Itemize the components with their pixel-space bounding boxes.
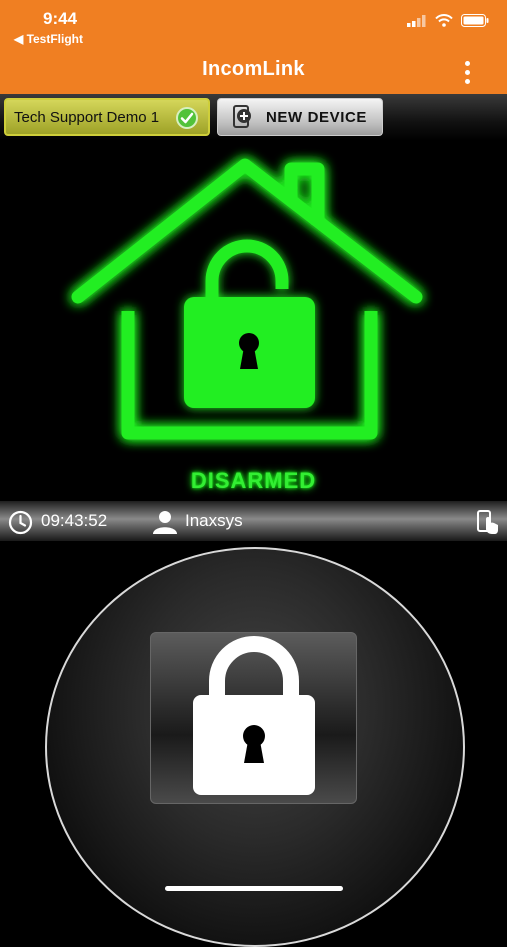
status-time: 9:44 bbox=[43, 9, 78, 28]
add-device-icon bbox=[233, 105, 251, 128]
arm-control-panel bbox=[0, 541, 507, 947]
last-event-time: 09:43:52 bbox=[41, 511, 108, 530]
user-name: Inaxsys bbox=[185, 511, 243, 530]
app-bar: IncomLink bbox=[0, 48, 507, 94]
locked-padlock-icon bbox=[193, 636, 315, 795]
clock-icon bbox=[8, 510, 33, 535]
phone-touch-icon[interactable] bbox=[475, 509, 499, 535]
tab-device-active[interactable]: Tech Support Demo 1 bbox=[4, 98, 210, 136]
unlocked-padlock-icon bbox=[184, 239, 315, 408]
battery-icon bbox=[461, 14, 489, 27]
check-icon bbox=[176, 107, 198, 129]
back-to-testflight-link[interactable]: ◀ TestFlight bbox=[14, 32, 83, 46]
user-icon bbox=[153, 511, 177, 534]
device-tabs: Tech Support Demo 1 NEW DEVICE bbox=[0, 94, 507, 141]
new-device-button[interactable]: NEW DEVICE bbox=[217, 98, 383, 136]
home-indicator bbox=[165, 886, 343, 891]
new-device-label: NEW DEVICE bbox=[266, 108, 368, 126]
system-icons bbox=[407, 14, 489, 27]
status-graphic bbox=[0, 141, 507, 501]
arm-button[interactable] bbox=[150, 632, 357, 804]
device-name-label: Tech Support Demo 1 bbox=[14, 108, 160, 126]
info-bar: 09:43:52 Inaxsys bbox=[0, 501, 507, 541]
app-title: IncomLink bbox=[202, 58, 305, 80]
signal-icon bbox=[407, 14, 426, 27]
alarm-state-label: DISARMED bbox=[190, 468, 317, 493]
status-bar: 9:44 ◀ TestFlight bbox=[0, 0, 507, 48]
kebab-menu-icon[interactable] bbox=[457, 58, 477, 86]
wifi-icon bbox=[435, 14, 453, 27]
